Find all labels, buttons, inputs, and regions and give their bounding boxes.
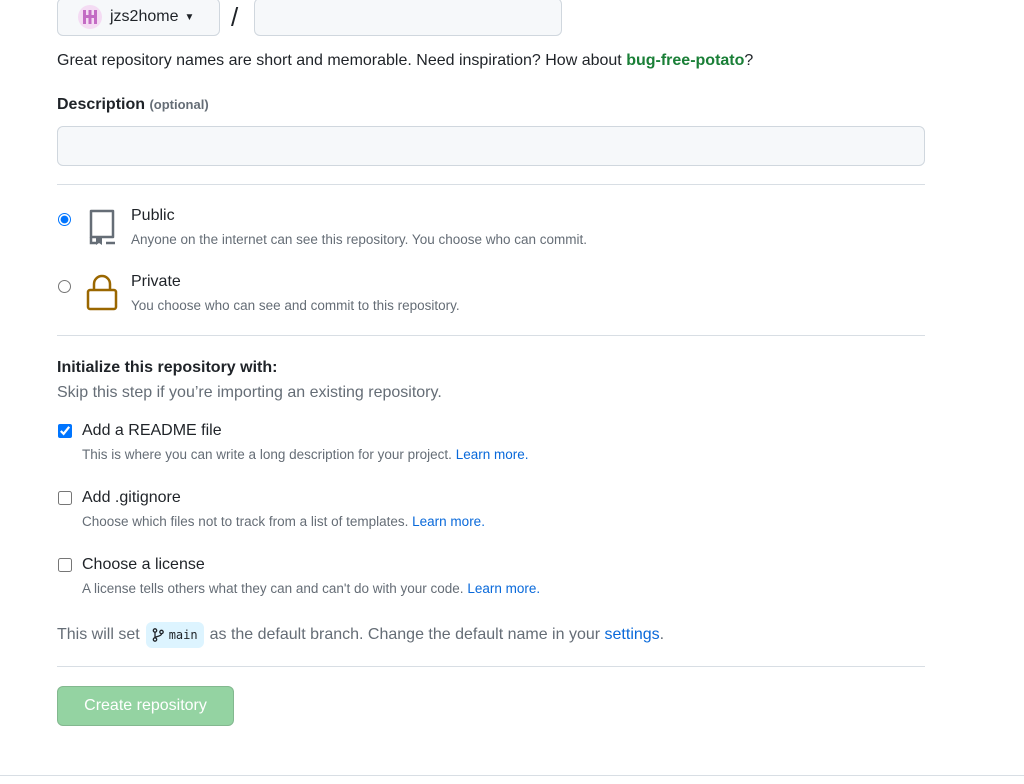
branch-name: main	[168, 628, 198, 642]
gitignore-checkbox[interactable]	[58, 491, 72, 505]
optional-tag: (optional)	[149, 97, 209, 112]
gitignore-title: Add .gitignore	[82, 489, 181, 506]
branch-pill: main	[145, 622, 204, 648]
divider	[57, 666, 925, 667]
description-input[interactable]	[57, 126, 925, 166]
readme-checkbox[interactable]	[58, 424, 72, 438]
init-section-title: Initialize this repository with:	[57, 359, 278, 376]
license-desc-text: A license tells others what they can and…	[82, 581, 464, 596]
gitignore-description: Choose which files not to track from a l…	[82, 514, 485, 529]
git-branch-icon	[152, 628, 164, 642]
readme-title: Add a README file	[82, 422, 222, 439]
license-title: Choose a license	[82, 556, 205, 573]
name-suggestion[interactable]: bug-free-potato	[626, 52, 744, 69]
branch-note-middle: as the default branch. Change the defaul…	[209, 626, 601, 643]
repo-name-hint: Great repository names are short and mem…	[57, 52, 753, 70]
readme-learn-more-link[interactable]: Learn more.	[456, 447, 529, 462]
public-radio[interactable]	[58, 213, 71, 226]
hint-text: Great repository names are short and mem…	[57, 52, 627, 69]
license-learn-more-link[interactable]: Learn more.	[467, 581, 540, 596]
public-description: Anyone on the internet can see this repo…	[131, 232, 588, 247]
license-checkbox[interactable]	[58, 558, 72, 572]
repository-name-input[interactable]	[254, 0, 562, 36]
settings-link[interactable]: settings	[605, 626, 660, 644]
create-repository-button[interactable]: Create repository	[57, 686, 234, 726]
readme-desc-text: This is where you can write a long descr…	[82, 447, 452, 462]
branch-note-suffix: .	[659, 626, 665, 643]
owner-name: jzs2home	[110, 8, 179, 25]
gitignore-learn-more-link[interactable]: Learn more.	[412, 514, 485, 529]
readme-description: This is where you can write a long descr…	[82, 447, 528, 462]
private-title: Private	[131, 273, 181, 290]
gitignore-desc-text: Choose which files not to track from a l…	[82, 514, 409, 529]
license-description: A license tells others what they can and…	[82, 581, 540, 596]
divider	[57, 335, 925, 336]
repo-icon	[84, 207, 120, 252]
owner-repo-separator: /	[231, 2, 239, 32]
page-bottom-divider	[0, 775, 1024, 776]
private-description: You choose who can see and commit to thi…	[131, 298, 460, 313]
identicon-icon	[83, 10, 97, 24]
description-label-text: Description	[57, 96, 146, 113]
owner-dropdown[interactable]: jzs2home ▼	[57, 0, 220, 36]
owner-avatar	[78, 5, 102, 29]
branch-note-prefix: This will set	[57, 626, 140, 643]
chevron-down-icon: ▼	[184, 11, 195, 23]
lock-icon	[85, 272, 119, 317]
hint-suffix: ?	[744, 52, 754, 69]
init-section-subtitle: Skip this step if you’re importing an ex…	[57, 384, 442, 401]
public-title: Public	[131, 207, 175, 224]
default-branch-note: This will set main as the default branch…	[57, 622, 664, 648]
private-radio[interactable]	[58, 280, 71, 293]
description-label: Description (optional)	[57, 96, 209, 114]
divider	[57, 184, 925, 185]
